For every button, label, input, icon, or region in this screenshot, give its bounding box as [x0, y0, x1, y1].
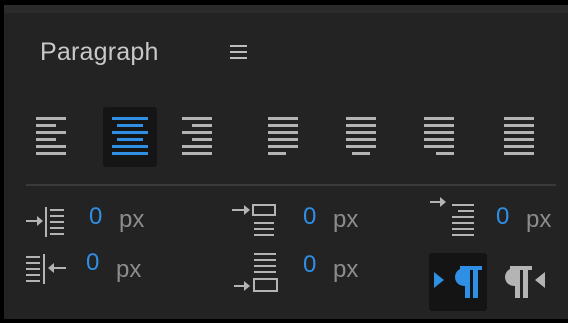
hamburger-menu-icon[interactable]: [230, 45, 247, 60]
panel-top-edge: [4, 5, 568, 13]
rtl-paragraph-icon: [505, 266, 545, 298]
align-left-icon: [36, 117, 66, 155]
indent-right-icon: [26, 254, 66, 284]
justify-last-left-button[interactable]: [262, 107, 316, 167]
justify-last-center-button[interactable]: [340, 107, 394, 167]
justify-last-left-icon: [268, 117, 298, 155]
justify-all-icon: [504, 117, 534, 155]
justify-all-button[interactable]: [498, 107, 552, 167]
first-line-indent-unit: px: [333, 206, 359, 233]
first-line-indent-icon: [232, 204, 276, 236]
rtl-direction-button[interactable]: [500, 253, 558, 311]
indent-right-value[interactable]: 0: [86, 249, 99, 277]
justify-last-right-icon: [424, 117, 454, 155]
justify-last-right-button[interactable]: [418, 107, 472, 167]
indent-right-unit: px: [116, 256, 142, 283]
indent-left-value[interactable]: 0: [89, 203, 102, 231]
align-left-button[interactable]: [32, 107, 86, 167]
justify-last-center-icon: [346, 117, 376, 155]
align-right-icon: [182, 117, 212, 155]
space-before-value[interactable]: 0: [496, 203, 509, 231]
panel-title: Paragraph: [40, 38, 159, 66]
align-right-button[interactable]: [176, 107, 230, 167]
first-line-indent-value[interactable]: 0: [303, 203, 316, 231]
ltr-paragraph-icon: [434, 266, 482, 298]
space-after-value[interactable]: 0: [303, 251, 316, 279]
indent-left-unit: px: [119, 206, 145, 233]
ltr-direction-button[interactable]: [429, 253, 487, 311]
align-center-icon: [112, 117, 148, 155]
space-before-icon: [430, 197, 474, 236]
section-divider: [26, 184, 556, 186]
space-after-icon: [234, 253, 278, 292]
space-before-unit: px: [526, 206, 552, 233]
indent-left-icon: [26, 207, 64, 237]
align-center-button[interactable]: [103, 107, 157, 167]
space-after-unit: px: [333, 256, 359, 283]
